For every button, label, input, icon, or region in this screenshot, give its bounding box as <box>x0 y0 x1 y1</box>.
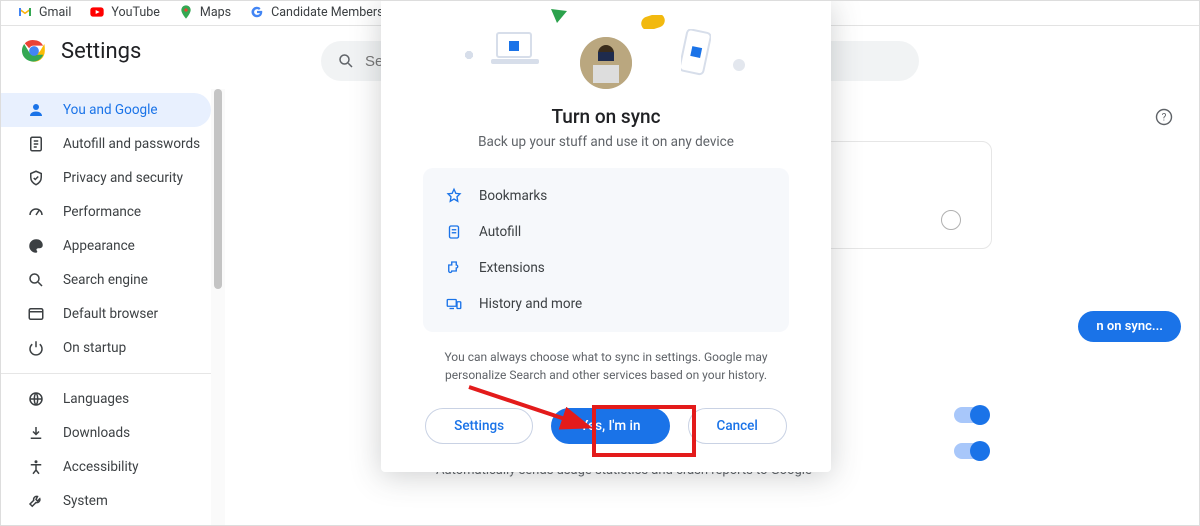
sidebar-item-you-and-google[interactable]: You and Google <box>1 93 211 127</box>
bookmark-youtube[interactable]: YouTube <box>89 4 160 20</box>
triangle-decoration-icon <box>551 9 567 23</box>
sidebar-item-label: Privacy and security <box>63 170 183 186</box>
sidebar-item-label: You and Google <box>63 102 158 118</box>
gmail-icon <box>17 4 33 20</box>
scroll-thumb[interactable] <box>214 89 222 289</box>
devices-icon <box>445 295 463 313</box>
person-icon <box>27 101 45 119</box>
sidebar-item-downloads[interactable]: Downloads <box>1 416 211 450</box>
sidebar-item-autofill-and-passwords[interactable]: Autofill and passwords <box>1 127 211 161</box>
radio-off[interactable] <box>941 210 961 230</box>
sidebar-item-label: Performance <box>63 204 141 220</box>
sidebar-item-label: Languages <box>63 391 129 407</box>
toggle-accounts[interactable] <box>954 407 988 423</box>
diamond-decoration-icon <box>465 51 473 59</box>
feature-label: History and more <box>479 296 582 312</box>
bookmark-label: Maps <box>200 5 231 20</box>
power-icon <box>27 339 45 357</box>
sidebar-item-accessibility[interactable]: Accessibility <box>1 450 211 484</box>
sidebar-item-label: Accessibility <box>63 459 139 475</box>
search-icon <box>337 52 355 70</box>
dialog-tagline: Back up your stuff and use it on any dev… <box>381 134 831 150</box>
sidebar-item-on-startup[interactable]: On startup <box>1 331 211 365</box>
clipboard-icon <box>445 223 463 241</box>
youtube-icon <box>89 4 105 20</box>
maps-icon <box>178 4 194 20</box>
download-icon <box>27 424 45 442</box>
dialog-settings-button[interactable]: Settings <box>425 408 533 444</box>
globe-icon <box>27 390 45 408</box>
pill-decoration-icon <box>641 15 665 29</box>
shield-icon <box>27 169 45 187</box>
toggle-usage-stats[interactable] <box>954 443 988 459</box>
sidebar-item-appearance[interactable]: Appearance <box>1 229 211 263</box>
laptop-decoration-icon <box>491 29 539 69</box>
turn-on-sync-button[interactable]: n on sync... <box>1078 311 1181 342</box>
browser-icon <box>27 305 45 323</box>
sidebar-item-languages[interactable]: Languages <box>1 382 211 416</box>
palette-icon <box>27 237 45 255</box>
sync-feature-autofill: Autofill <box>429 214 783 250</box>
sidebar-item-label: Search engine <box>63 272 148 288</box>
sync-feature-list: Bookmarks Autofill Extensions History and m… <box>423 168 789 332</box>
bookmark-gmail[interactable]: Gmail <box>17 4 71 20</box>
sidebar-item-privacy-and-security[interactable]: Privacy and security <box>1 161 211 195</box>
settings-sidebar: You and Google Autofill and passwords Priv… <box>1 89 211 525</box>
profile-avatar-large <box>580 37 632 89</box>
sync-feature-bookmarks: Bookmarks <box>429 178 783 214</box>
access-icon <box>27 458 45 476</box>
search-icon <box>27 271 45 289</box>
feature-label: Autofill <box>479 224 521 240</box>
autofill-icon <box>27 135 45 153</box>
sidebar-item-label: Default browser <box>63 306 158 322</box>
turn-on-sync-dialog: Turn on sync Back up your stuff and use … <box>381 1 831 472</box>
sidebar-item-label: On startup <box>63 340 126 356</box>
bookmark-label: Candidate Members... <box>271 5 393 20</box>
dialog-title: Turn on sync <box>381 105 831 128</box>
dialog-cancel-button[interactable]: Cancel <box>688 408 787 444</box>
dialog-fineprint: You can always choose what to sync in se… <box>381 348 831 384</box>
google-g-icon <box>249 4 265 20</box>
chrome-icon <box>21 38 47 64</box>
dialog-confirm-button[interactable]: Yes, I'm in <box>551 408 669 444</box>
sidebar-item-label: System <box>63 493 108 509</box>
sidebar-item-default-browser[interactable]: Default browser <box>1 297 211 331</box>
sidebar-scrollbar[interactable] <box>211 89 225 525</box>
bookmark-label: YouTube <box>111 5 160 20</box>
phone-decoration-icon <box>681 29 711 77</box>
sidebar-item-label: Appearance <box>63 238 135 254</box>
sidebar-item-label: Autofill and passwords <box>63 136 200 152</box>
sync-feature-extensions: Extensions <box>429 250 783 286</box>
speed-icon <box>27 203 45 221</box>
sidebar-item-search-engine[interactable]: Search engine <box>1 263 211 297</box>
dialog-illustration <box>381 1 831 89</box>
page-title: Settings <box>61 39 141 64</box>
bookmark-maps[interactable]: Maps <box>178 4 231 20</box>
bookmark-candidate-members[interactable]: Candidate Members... <box>249 4 393 20</box>
feature-label: Extensions <box>479 260 545 276</box>
bookmark-label: Gmail <box>39 5 71 20</box>
svg-text:?: ? <box>1162 112 1167 123</box>
feature-label: Bookmarks <box>479 188 547 204</box>
sidebar-item-system[interactable]: System <box>1 484 211 518</box>
sync-feature-history-and-more: History and more <box>429 286 783 322</box>
puzzle-icon <box>445 259 463 277</box>
wrench-icon <box>27 492 45 510</box>
star-icon <box>445 187 463 205</box>
sidebar-item-label: Downloads <box>63 425 130 441</box>
circle-decoration-icon <box>733 59 745 71</box>
help-icon[interactable]: ? <box>1154 107 1174 127</box>
sidebar-divider <box>1 373 211 374</box>
sidebar-item-performance[interactable]: Performance <box>1 195 211 229</box>
